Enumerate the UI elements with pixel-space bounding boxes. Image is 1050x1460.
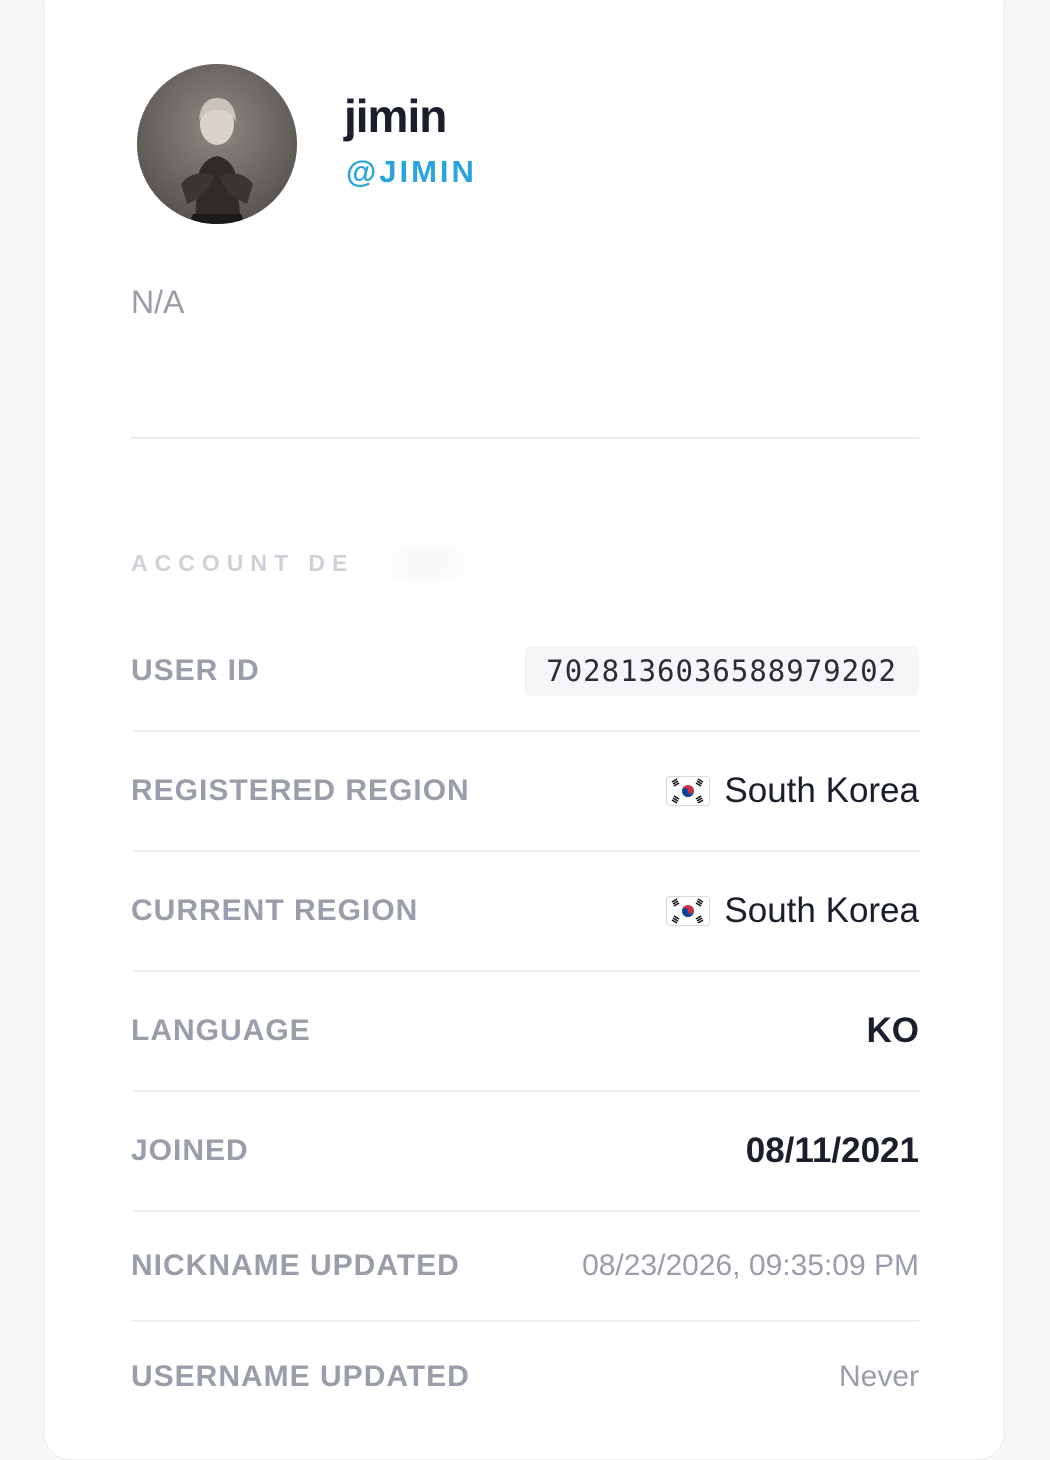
redaction-blur (372, 546, 482, 580)
detail-label: JOINED (131, 1134, 249, 1167)
detail-row-username-updated: USERNAME UPDATED Never (131, 1322, 919, 1432)
current-region-value: South Korea (666, 891, 919, 931)
south-korea-flag-icon (666, 896, 711, 926)
detail-row-registered-region: REGISTERED REGION South Korea (131, 732, 919, 852)
username-handle[interactable]: @JIMIN (346, 152, 477, 192)
south-korea-flag-icon (666, 776, 711, 806)
detail-label: CURRENT REGION (131, 894, 419, 927)
user-id-value[interactable]: 7028136036588979202 (524, 646, 919, 696)
registered-region-value: South Korea (666, 771, 919, 811)
detail-label: LANGUAGE (131, 1014, 311, 1047)
joined-value: 08/11/2021 (745, 1131, 919, 1170)
detail-row-nickname-updated: NICKNAME UPDATED 08/23/2026, 09:35:09 PM (131, 1212, 919, 1322)
username-updated-value: Never (838, 1360, 919, 1393)
display-name: jimin (344, 90, 447, 142)
detail-row-current-region: CURRENT REGION South Korea (131, 852, 919, 972)
detail-row-user-id: USER ID 7028136036588979202 (131, 612, 919, 732)
section-title: ACCOUNT DE (131, 550, 355, 576)
detail-row-joined: JOINED 08/11/2021 (131, 1092, 919, 1212)
detail-label: NICKNAME UPDATED (131, 1249, 460, 1282)
detail-label: USERNAME UPDATED (131, 1360, 470, 1393)
detail-row-language: LANGUAGE KO (131, 972, 919, 1092)
bio-text: N/A (131, 284, 185, 320)
detail-label: USER ID (131, 654, 260, 687)
region-text: South Korea (724, 891, 919, 930)
nickname-updated-value: 08/23/2026, 09:35:09 PM (582, 1249, 919, 1282)
region-text: South Korea (724, 771, 919, 810)
divider (131, 437, 919, 439)
language-value: KO (866, 1011, 920, 1050)
avatar (137, 64, 297, 224)
detail-label: REGISTERED REGION (131, 774, 470, 807)
